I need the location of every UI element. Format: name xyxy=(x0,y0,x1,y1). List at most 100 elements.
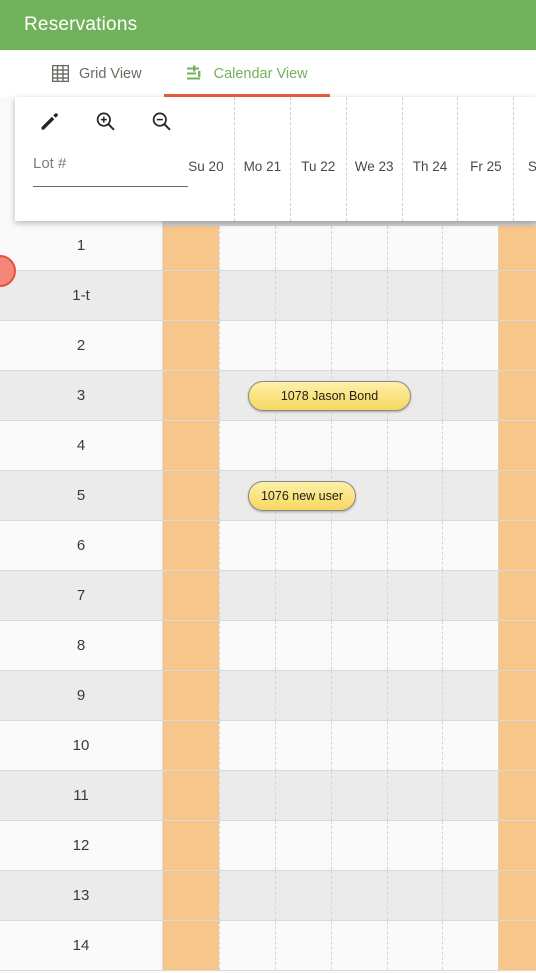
cell-r3-d0[interactable] xyxy=(163,371,219,420)
row-label-2[interactable]: 2 xyxy=(0,321,163,370)
cell-r13-d5[interactable] xyxy=(442,871,498,920)
cell-r8-d6[interactable] xyxy=(498,621,536,670)
cell-r4-d1[interactable] xyxy=(218,421,275,470)
cell-r11-d1[interactable] xyxy=(218,771,275,820)
cell-r11-d0[interactable] xyxy=(163,771,219,820)
cell-r6-d3[interactable] xyxy=(330,521,387,570)
cell-r9-d6[interactable] xyxy=(498,671,536,720)
cell-r11-d2[interactable] xyxy=(274,771,331,820)
cell-r5-d4[interactable] xyxy=(386,471,443,520)
cell-r11-d6[interactable] xyxy=(498,771,536,820)
cell-r2-d3[interactable] xyxy=(330,321,387,370)
cell-r7-d2[interactable] xyxy=(274,571,331,620)
cell-r12-d1[interactable] xyxy=(218,821,275,870)
cell-r1-t-d5[interactable] xyxy=(442,271,498,320)
cell-r8-d4[interactable] xyxy=(386,621,443,670)
cell-r10-d4[interactable] xyxy=(386,721,443,770)
cell-r14-d4[interactable] xyxy=(386,921,443,970)
reservation-chip-1076[interactable]: 1076 new user xyxy=(248,481,356,511)
cell-r2-d2[interactable] xyxy=(274,321,331,370)
cell-r13-d2[interactable] xyxy=(274,871,331,920)
cell-r1-t-d4[interactable] xyxy=(386,271,443,320)
cell-r2-d5[interactable] xyxy=(442,321,498,370)
cell-r14-d2[interactable] xyxy=(274,921,331,970)
cell-r13-d6[interactable] xyxy=(498,871,536,920)
cell-r6-d6[interactable] xyxy=(498,521,536,570)
cell-r1-t-d3[interactable] xyxy=(330,271,387,320)
cell-r6-d4[interactable] xyxy=(386,521,443,570)
cell-r5-d6[interactable] xyxy=(498,471,536,520)
cell-r4-d2[interactable] xyxy=(274,421,331,470)
cell-r10-d2[interactable] xyxy=(274,721,331,770)
cell-r1-t-d1[interactable] xyxy=(218,271,275,320)
cell-r1-d6[interactable] xyxy=(498,221,536,270)
cell-r1-t-d0[interactable] xyxy=(163,271,219,320)
cell-r7-d3[interactable] xyxy=(330,571,387,620)
zoom-in-button[interactable] xyxy=(89,107,121,139)
cell-r9-d0[interactable] xyxy=(163,671,219,720)
row-label-9[interactable]: 9 xyxy=(0,671,163,720)
cell-r11-d3[interactable] xyxy=(330,771,387,820)
cell-r7-d0[interactable] xyxy=(163,571,219,620)
row-label-14[interactable]: 14 xyxy=(0,921,163,970)
cell-r10-d1[interactable] xyxy=(218,721,275,770)
row-label-8[interactable]: 8 xyxy=(0,621,163,670)
cell-r11-d5[interactable] xyxy=(442,771,498,820)
cell-r10-d0[interactable] xyxy=(163,721,219,770)
cell-r12-d3[interactable] xyxy=(330,821,387,870)
tab-grid-view[interactable]: Grid View xyxy=(30,50,164,97)
cell-r7-d4[interactable] xyxy=(386,571,443,620)
cell-r9-d4[interactable] xyxy=(386,671,443,720)
row-label-13[interactable]: 13 xyxy=(0,871,163,920)
cell-r3-d5[interactable] xyxy=(442,371,498,420)
cell-r14-d5[interactable] xyxy=(442,921,498,970)
cell-r10-d5[interactable] xyxy=(442,721,498,770)
cell-r4-d6[interactable] xyxy=(498,421,536,470)
cell-r13-d1[interactable] xyxy=(218,871,275,920)
row-label-3[interactable]: 3 xyxy=(0,371,163,420)
row-label-6[interactable]: 6 xyxy=(0,521,163,570)
cell-r13-d0[interactable] xyxy=(163,871,219,920)
cell-r8-d0[interactable] xyxy=(163,621,219,670)
cell-r1-t-d6[interactable] xyxy=(498,271,536,320)
cell-r1-d0[interactable] xyxy=(163,221,219,270)
cell-r2-d4[interactable] xyxy=(386,321,443,370)
cell-r9-d5[interactable] xyxy=(442,671,498,720)
row-label-7[interactable]: 7 xyxy=(0,571,163,620)
cell-r12-d6[interactable] xyxy=(498,821,536,870)
cell-r14-d6[interactable] xyxy=(498,921,536,970)
row-label-4[interactable]: 4 xyxy=(0,421,163,470)
row-label-5[interactable]: 5 xyxy=(0,471,163,520)
cell-r1-d5[interactable] xyxy=(442,221,498,270)
row-label-11[interactable]: 11 xyxy=(0,771,163,820)
cell-r14-d1[interactable] xyxy=(218,921,275,970)
cell-r1-d2[interactable] xyxy=(274,221,331,270)
cell-r12-d4[interactable] xyxy=(386,821,443,870)
cell-r7-d1[interactable] xyxy=(218,571,275,620)
cell-r12-d0[interactable] xyxy=(163,821,219,870)
cell-r6-d5[interactable] xyxy=(442,521,498,570)
cell-r4-d3[interactable] xyxy=(330,421,387,470)
reservation-chip-1078[interactable]: 1078 Jason Bond xyxy=(248,381,411,411)
row-label-12[interactable]: 12 xyxy=(0,821,163,870)
cell-r8-d5[interactable] xyxy=(442,621,498,670)
cell-r9-d3[interactable] xyxy=(330,671,387,720)
cell-r9-d1[interactable] xyxy=(218,671,275,720)
cell-r5-d0[interactable] xyxy=(163,471,219,520)
cell-r6-d2[interactable] xyxy=(274,521,331,570)
cell-r5-d5[interactable] xyxy=(442,471,498,520)
cell-r1-d4[interactable] xyxy=(386,221,443,270)
cell-r7-d6[interactable] xyxy=(498,571,536,620)
cell-r14-d0[interactable] xyxy=(163,921,219,970)
horizontal-scrollbar[interactable] xyxy=(163,221,536,226)
lot-number-input[interactable] xyxy=(33,155,188,187)
cell-r8-d3[interactable] xyxy=(330,621,387,670)
cell-r8-d2[interactable] xyxy=(274,621,331,670)
cell-r12-d5[interactable] xyxy=(442,821,498,870)
cell-r14-d3[interactable] xyxy=(330,921,387,970)
cell-r2-d1[interactable] xyxy=(218,321,275,370)
tab-calendar-view[interactable]: Calendar View xyxy=(163,50,330,97)
zoom-out-button[interactable] xyxy=(145,107,177,139)
cell-r4-d0[interactable] xyxy=(163,421,219,470)
cell-r1-d3[interactable] xyxy=(330,221,387,270)
